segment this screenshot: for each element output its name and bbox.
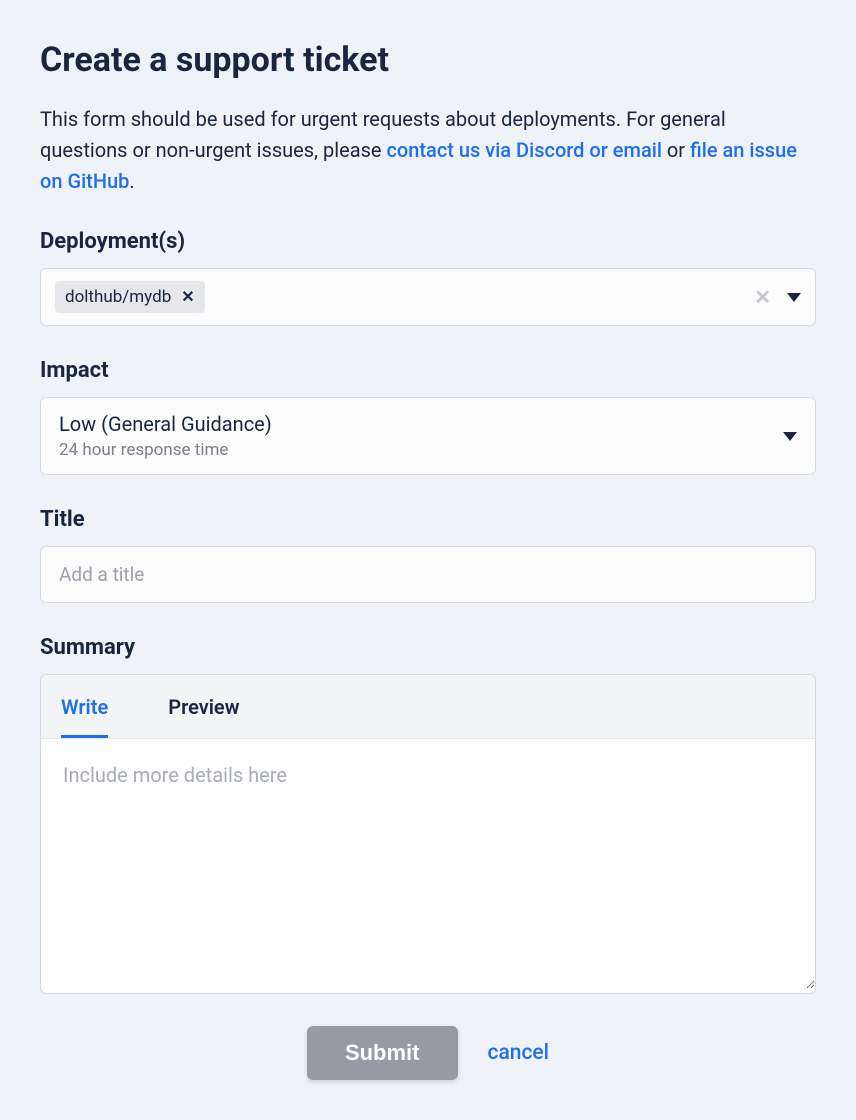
impact-select[interactable]: Low (General Guidance) 24 hour response … bbox=[40, 397, 816, 475]
summary-field: Summary Write Preview bbox=[40, 635, 816, 994]
deployments-label: Deployment(s) bbox=[40, 229, 816, 254]
summary-label: Summary bbox=[40, 635, 816, 660]
editor-tabs: Write Preview bbox=[41, 675, 815, 739]
deployments-multiselect[interactable]: dolthub/mydb ✕ ✕ bbox=[40, 268, 816, 326]
contact-discord-link[interactable]: contact us via Discord or email bbox=[386, 138, 661, 162]
deployment-tag-text: dolthub/mydb bbox=[65, 287, 171, 307]
tab-preview[interactable]: Preview bbox=[168, 675, 239, 738]
deployments-tags: dolthub/mydb ✕ bbox=[55, 281, 205, 313]
page-title: Create a support ticket bbox=[40, 40, 816, 80]
clear-all-icon[interactable]: ✕ bbox=[754, 287, 771, 307]
intro-text: This form should be used for urgent requ… bbox=[40, 104, 816, 197]
title-field: Title bbox=[40, 507, 816, 603]
summary-editor: Write Preview bbox=[40, 674, 816, 994]
title-input[interactable] bbox=[40, 546, 816, 603]
submit-button[interactable]: Submit bbox=[307, 1026, 458, 1080]
intro-or: or bbox=[662, 138, 690, 162]
impact-selected-main: Low (General Guidance) bbox=[59, 412, 272, 436]
tab-write[interactable]: Write bbox=[61, 675, 108, 738]
impact-text: Low (General Guidance) 24 hour response … bbox=[59, 412, 272, 460]
title-label: Title bbox=[40, 507, 816, 532]
impact-label: Impact bbox=[40, 358, 816, 383]
close-icon[interactable]: ✕ bbox=[181, 289, 194, 305]
summary-textarea[interactable] bbox=[41, 739, 815, 989]
deployment-tag: dolthub/mydb ✕ bbox=[55, 281, 205, 313]
cancel-link[interactable]: cancel bbox=[488, 1041, 550, 1065]
chevron-down-icon[interactable] bbox=[783, 432, 797, 441]
chevron-down-icon[interactable] bbox=[787, 293, 801, 302]
impact-field: Impact Low (General Guidance) 24 hour re… bbox=[40, 358, 816, 475]
multiselect-controls: ✕ bbox=[754, 287, 801, 307]
impact-selected-sub: 24 hour response time bbox=[59, 440, 272, 460]
deployments-field: Deployment(s) dolthub/mydb ✕ ✕ bbox=[40, 229, 816, 326]
intro-end: . bbox=[129, 169, 134, 193]
action-buttons: Submit cancel bbox=[40, 1026, 816, 1080]
